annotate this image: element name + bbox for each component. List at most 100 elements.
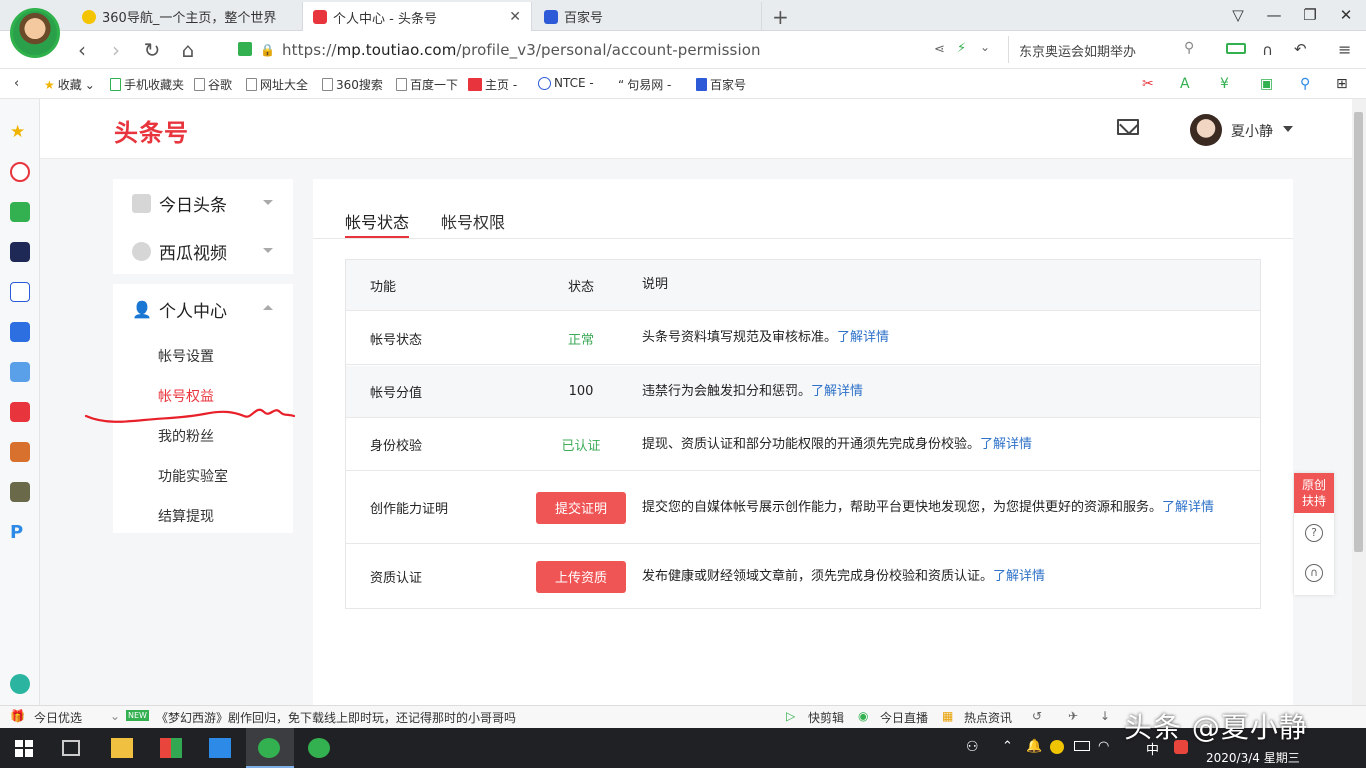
shirt-skin-icon[interactable]: ▽: [1228, 6, 1248, 24]
search-input[interactable]: 东京奥运会如期举办: [1008, 36, 1206, 63]
pin-icon[interactable]: ✈: [1068, 709, 1078, 723]
download-icon[interactable]: ↓: [1100, 709, 1110, 723]
browser-tab-360[interactable]: 360导航_一个主页，整个世界: [72, 2, 300, 31]
sidebar-p-icon[interactable]: P: [10, 522, 30, 543]
mail-app-icon[interactable]: [209, 738, 231, 758]
sidebar-weibo-icon[interactable]: [10, 162, 30, 182]
browser-tab-toutiao[interactable]: 个人中心 - 头条号 ✕: [302, 2, 532, 32]
battery-icon[interactable]: [1226, 43, 1246, 54]
hot-news[interactable]: 热点资讯: [964, 709, 1012, 726]
chevron-down-icon[interactable]: [263, 200, 273, 205]
sidebar-add-icon[interactable]: [10, 674, 30, 694]
sidebar-star-icon[interactable]: ★: [10, 122, 30, 142]
tray-360-icon[interactable]: [1050, 740, 1064, 754]
undo-icon[interactable]: ↶: [1294, 40, 1307, 58]
learn-more-link[interactable]: 了解详情: [837, 328, 889, 348]
nav-xigua[interactable]: 西瓜视频: [132, 239, 227, 264]
security-shield-icon[interactable]: [238, 42, 252, 56]
share-icon[interactable]: ⋖: [934, 42, 945, 57]
headset-icon[interactable]: ∩: [1305, 564, 1323, 582]
headphone-icon[interactable]: ∩: [1262, 41, 1273, 59]
tab-account-permission[interactable]: 帐号权限: [441, 209, 505, 233]
chevron-down-icon[interactable]: [263, 248, 273, 253]
user-name[interactable]: 夏小静: [1231, 121, 1273, 141]
nav-feature-lab[interactable]: 功能实验室: [158, 466, 228, 486]
360-browser-icon[interactable]: [258, 738, 280, 758]
news-ticker[interactable]: 《梦幻西游》剧作回归，免下载线上即时玩，还记得那时的小哥哥吗: [156, 709, 516, 726]
battery-tray-icon[interactable]: [1074, 741, 1090, 751]
forward-icon[interactable]: ›: [104, 39, 128, 61]
nav-settlement[interactable]: 结算提现: [158, 506, 214, 526]
nav-personal-center[interactable]: 👤 个人中心: [132, 297, 227, 322]
site-logo[interactable]: 头条号: [114, 113, 189, 148]
upload-qualification-button[interactable]: 上传资质: [536, 560, 626, 593]
user-avatar[interactable]: [1190, 114, 1222, 146]
browser-user-avatar[interactable]: [10, 8, 60, 58]
people-icon[interactable]: ⚇: [966, 739, 979, 755]
tab-account-status[interactable]: 帐号状态: [345, 209, 409, 233]
menu-icon[interactable]: ≡: [1338, 40, 1351, 59]
nav-account-settings[interactable]: 帐号设置: [158, 346, 214, 366]
bookmark-baijiahao[interactable]: 百家号: [696, 76, 746, 93]
sidebar-video-icon[interactable]: [10, 242, 30, 262]
learn-more-link[interactable]: 了解详情: [1162, 500, 1214, 515]
address-input[interactable]: https://mp.toutiao.com/profile_v3/person…: [282, 41, 761, 59]
sidebar-book-icon[interactable]: [10, 322, 30, 342]
file-explorer-icon[interactable]: [111, 738, 133, 758]
magnifier-icon[interactable]: ⚲: [1300, 76, 1310, 92]
wechat-icon[interactable]: [308, 738, 330, 758]
sidebar-word-icon[interactable]: [10, 282, 30, 302]
reload-icon[interactable]: ↻: [140, 39, 164, 61]
bookmark-juyi[interactable]: “句易网 -: [618, 76, 671, 93]
browser-tab-baijiahao[interactable]: 百家号: [534, 2, 762, 31]
task-view-icon[interactable]: [62, 740, 80, 756]
scissors-icon[interactable]: ✂: [1142, 76, 1154, 92]
bookmark-baidu[interactable]: 百度一下: [396, 76, 458, 93]
chevron-up-icon[interactable]: [263, 305, 273, 310]
chevron-down-icon[interactable]: ⌄: [110, 709, 120, 723]
sidebar-redapp-icon[interactable]: [10, 402, 30, 422]
wifi-icon[interactable]: ◠: [1098, 739, 1109, 754]
search-icon[interactable]: ⚲: [1184, 40, 1194, 56]
quick-clip[interactable]: 快剪辑: [808, 709, 844, 726]
submit-proof-button[interactable]: 提交证明: [536, 491, 626, 524]
mail-icon[interactable]: [1117, 119, 1139, 135]
taskbar-clock[interactable]: 2020/3/4 星期三: [1206, 749, 1300, 766]
bookmark-ntce[interactable]: NTCE -: [538, 76, 594, 90]
chevron-down-icon[interactable]: ⌄: [980, 40, 990, 54]
today-picks[interactable]: 今日优选: [34, 709, 82, 726]
sidebar-game3-icon[interactable]: [10, 482, 30, 502]
window-close-icon[interactable]: ✕: [1336, 6, 1356, 24]
today-live[interactable]: 今日直播: [880, 709, 928, 726]
lightning-icon[interactable]: ⚡: [957, 41, 966, 56]
store-icon[interactable]: [160, 738, 182, 758]
sidebar-game2-icon[interactable]: [10, 442, 30, 462]
bookmark-hao[interactable]: 网址大全: [246, 76, 308, 93]
extensions-icon[interactable]: ⊞: [1336, 76, 1348, 92]
sidebar-game1-icon[interactable]: [10, 362, 30, 382]
bookmarks-collapse-icon[interactable]: ‹: [14, 76, 19, 91]
tab-close-icon[interactable]: ✕: [509, 9, 521, 25]
learn-more-link[interactable]: 了解详情: [993, 567, 1045, 587]
restore-icon[interactable]: ❐: [1300, 6, 1320, 24]
learn-more-link[interactable]: 了解详情: [980, 435, 1032, 455]
translate-icon[interactable]: A: [1180, 76, 1190, 92]
back-icon[interactable]: ‹: [70, 39, 94, 61]
bell-icon[interactable]: 🔔: [1026, 739, 1042, 754]
sidebar-mail-icon[interactable]: [10, 202, 30, 222]
learn-more-link[interactable]: 了解详情: [811, 382, 863, 402]
scrollbar-thumb[interactable]: [1354, 112, 1363, 552]
bookmark-google[interactable]: 谷歌: [194, 76, 232, 93]
bookmark-home[interactable]: 主页 -: [468, 76, 517, 93]
windows-start-icon[interactable]: [15, 740, 33, 757]
history-icon[interactable]: ↺: [1032, 709, 1042, 723]
nav-toutiao[interactable]: 今日头条: [132, 191, 227, 216]
bookmark-360search[interactable]: 360搜索: [322, 76, 383, 93]
game-icon[interactable]: ▣: [1260, 76, 1273, 92]
user-dropdown-icon[interactable]: [1283, 126, 1293, 132]
bookmark-mobile[interactable]: 手机收藏夹: [110, 76, 184, 93]
bookmark-favorites[interactable]: ★ 收藏 ⌄: [44, 76, 95, 93]
home-icon[interactable]: ⌂: [176, 39, 200, 61]
yen-icon[interactable]: ¥: [1220, 76, 1229, 92]
new-tab-plus-icon[interactable]: +: [772, 5, 789, 29]
